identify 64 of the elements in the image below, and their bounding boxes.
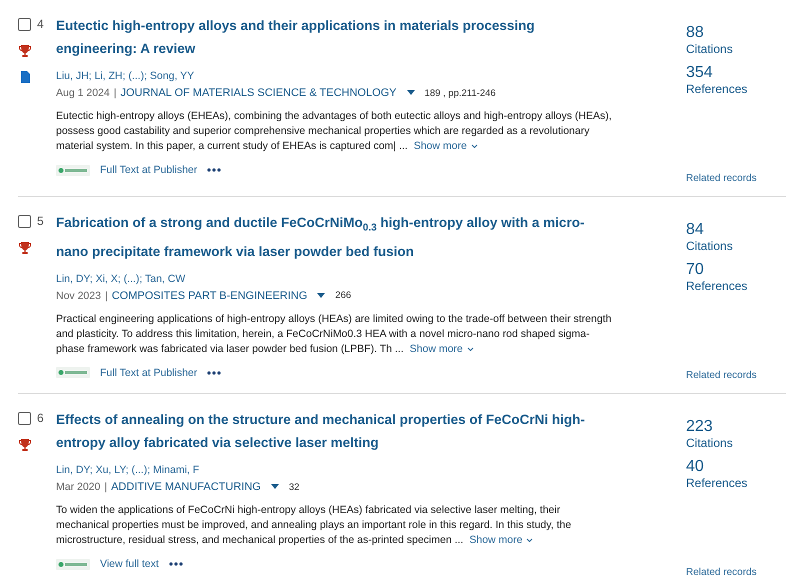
- citation-count[interactable]: 88: [686, 24, 786, 42]
- more-icon[interactable]: [207, 168, 222, 172]
- chevron-down-icon[interactable]: [526, 538, 534, 543]
- record-number: 5: [37, 214, 44, 228]
- record-number: 4: [37, 17, 44, 31]
- trophy-icon: [18, 438, 32, 452]
- authors: Liu, JH; Li, ZH; (...); Song, YY: [56, 70, 196, 82]
- abstract: To widen the applications of FeCoCrNi high-entropy alloys (HEAs) fabricated via selective laser melting, their mechanical properties must be improved, and annealing plays an important role in this regard. In this study, the microstructure, residual stress, and mechanical properties of the as-printed specimen ... Show more: [56, 503, 572, 548]
- full-text-link[interactable]: Full Text at Publisher: [100, 366, 198, 379]
- authors: Lin, DY; Xu, LY; (...); Minami, F: [56, 464, 200, 476]
- related-records-link[interactable]: Related records: [686, 567, 786, 578]
- show-more-link[interactable]: Show more: [469, 533, 534, 548]
- volume: 189 , pp.211-246: [424, 88, 496, 98]
- citations-label: Citations: [686, 42, 734, 56]
- record-number: 6: [37, 411, 44, 425]
- checkbox[interactable]: [18, 412, 31, 424]
- full-text-badge-icon[interactable]: [56, 367, 90, 378]
- full-text-link[interactable]: View full text: [100, 558, 159, 570]
- separator: |: [104, 290, 108, 302]
- citations-label: Citations: [686, 239, 734, 253]
- citations-label: Citations: [686, 436, 734, 450]
- publication-date: Nov 2023: [56, 290, 101, 302]
- document-icon[interactable]: [18, 70, 32, 84]
- reference-count[interactable]: 40: [686, 458, 786, 476]
- full-text-badge-icon[interactable]: [56, 558, 90, 570]
- caret-icon[interactable]: [270, 484, 279, 490]
- authors: Lin, DY; Xi, X; (...); Tan, CW: [56, 272, 186, 285]
- caret-icon[interactable]: [317, 292, 326, 299]
- volume: 32: [288, 482, 300, 492]
- reference-count[interactable]: 70: [686, 261, 786, 279]
- abstract: Eutectic high-entropy alloys (EHEAs), combining the advantages of both eutectic alloys and high-entropy alloys (HEAs), possess good castability and superior comprehensive mechanical properties which are regarded as a revolutionary material system. In this paper, a current study of EHEAs is captured com| ... Show more: [56, 109, 613, 154]
- more-icon[interactable]: [168, 562, 183, 566]
- checkbox[interactable]: [18, 18, 31, 30]
- record-title[interactable]: Fabrication of a strong and ductile FeCoCrNiMo$_{0.3}$ high-entropy alloy with a micro-nano precipitate framework via laser powder bed fusion: [56, 211, 616, 263]
- record-title[interactable]: Eutectic high-entropy alloys and their applications in materials processing engineering: A review: [56, 14, 616, 60]
- trophy-icon: [18, 241, 32, 255]
- journal-link[interactable]: COMPOSITES PART B-ENGINEERING: [112, 290, 308, 302]
- journal-link[interactable]: JOURNAL OF MATERIALS SCIENCE & TECHNOLOGY: [120, 87, 397, 99]
- reference-count[interactable]: 354: [686, 64, 786, 82]
- separator: |: [114, 87, 116, 99]
- citation-count[interactable]: 223: [686, 418, 786, 436]
- volume: 266: [335, 290, 352, 302]
- publication-date: Mar 2020: [56, 481, 100, 493]
- chevron-down-icon[interactable]: [470, 144, 478, 149]
- full-text-badge-icon[interactable]: [56, 164, 90, 176]
- trophy-icon: [18, 44, 32, 58]
- related-records-link[interactable]: Related records: [686, 370, 786, 381]
- caret-icon[interactable]: [406, 90, 415, 96]
- record-title[interactable]: Effects of annealing on the structure and mechanical properties of FeCoCrNi high-entropy alloy fabricated via selective laser melting: [56, 408, 616, 454]
- references-label: References: [686, 476, 748, 490]
- separator: |: [104, 481, 108, 493]
- show-more-link[interactable]: Show more: [410, 342, 474, 357]
- more-icon[interactable]: [207, 370, 222, 375]
- full-text-link[interactable]: Full Text at Publisher: [100, 164, 198, 176]
- checkbox[interactable]: [18, 214, 31, 228]
- references-label: References: [686, 279, 748, 293]
- chevron-down-icon[interactable]: [466, 346, 474, 352]
- show-more-link[interactable]: Show more: [414, 139, 478, 154]
- citation-count[interactable]: 84: [686, 221, 786, 239]
- publication-date: Aug 1 2024: [56, 87, 110, 99]
- references-label: References: [686, 82, 748, 96]
- related-records-link[interactable]: Related records: [686, 173, 786, 184]
- abstract: Practical engineering applications of high-entropy alloys (HEAs) are limited owing to the trade-off between their strength and plasticity. To address this limitation, herein, a FeCoCrNiMo0.3 HEA with a novel micro-nano rod shaped sigma-phase framework was fabricated via laser powder bed fusion (LPBF). Th ... Show more: [56, 312, 612, 357]
- journal-link[interactable]: ADDITIVE MANUFACTURING: [111, 481, 261, 493]
